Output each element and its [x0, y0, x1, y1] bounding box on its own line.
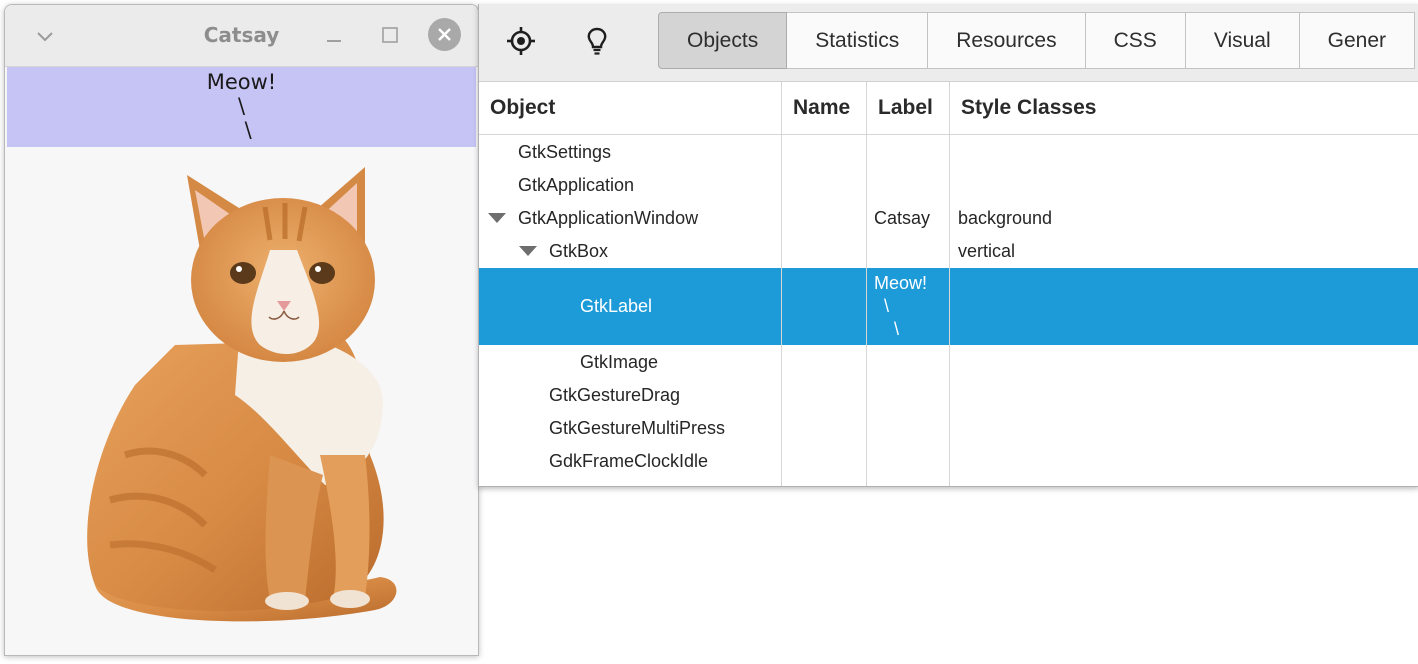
column-header-style-classes[interactable]: Style Classes — [961, 82, 1096, 134]
object-cell: GtkSettings — [518, 142, 612, 162]
expander-arrow-icon[interactable] — [519, 246, 537, 256]
object-cell: GtkGestureMultiPress — [549, 418, 726, 438]
target-icon[interactable] — [505, 25, 537, 57]
lightbulb-icon[interactable] — [581, 25, 613, 57]
catsay-titlebar: Catsay — [5, 5, 478, 67]
tab-objects[interactable]: Objects — [658, 12, 788, 69]
object-cell: GtkApplication — [518, 175, 635, 195]
style-cell: background — [958, 208, 1053, 228]
maximize-icon[interactable] — [374, 19, 406, 51]
object-cell: GtkLabel — [580, 296, 653, 316]
speech-label: Meow! \ \ — [7, 67, 476, 147]
object-cell: GtkBox — [549, 241, 609, 261]
speech-text: Meow! \ \ — [206, 70, 277, 142]
tab-visual[interactable]: Visual — [1185, 12, 1300, 69]
column-divider[interactable] — [949, 82, 950, 486]
expander-arrow-icon[interactable] — [488, 213, 506, 223]
column-header-object[interactable]: Object — [490, 82, 555, 134]
close-icon[interactable] — [428, 18, 461, 51]
kitten-image — [87, 167, 397, 622]
style-cell: vertical — [958, 241, 1016, 261]
catsay-window: Catsay Meow! \ \ — [4, 4, 479, 656]
object-cell: GtkGestureDrag — [549, 385, 681, 405]
object-cell: GdkFrameClockIdle — [549, 451, 709, 471]
object-cell: GtkImage — [580, 352, 659, 372]
column-divider[interactable] — [866, 82, 867, 486]
tab-resources[interactable]: Resources — [928, 12, 1086, 69]
inspector-window: Objects Statistics Resources CSS Visual … — [478, 4, 1418, 487]
column-header-name[interactable]: Name — [793, 82, 850, 134]
inspector-tabs: Objects Statistics Resources CSS Visual … — [658, 12, 1416, 69]
tab-css[interactable]: CSS — [1085, 12, 1186, 69]
window-title: Catsay — [203, 23, 280, 47]
label-cell: Catsay — [874, 208, 931, 228]
minimize-icon[interactable] — [318, 19, 350, 51]
label-cell: Meow! \ \ — [874, 273, 928, 339]
inspector-toolbar: Objects Statistics Resources CSS Visual … — [479, 4, 1418, 82]
object-cell: GtkApplicationWindow — [518, 208, 699, 228]
object-tree-table: Object Name Label Style Classes GtkSetti… — [479, 82, 1418, 486]
tab-statistics[interactable]: Statistics — [787, 12, 929, 69]
column-header-label[interactable]: Label — [878, 82, 933, 134]
column-divider[interactable] — [781, 82, 782, 486]
tab-general[interactable]: Gener — [1299, 12, 1416, 69]
